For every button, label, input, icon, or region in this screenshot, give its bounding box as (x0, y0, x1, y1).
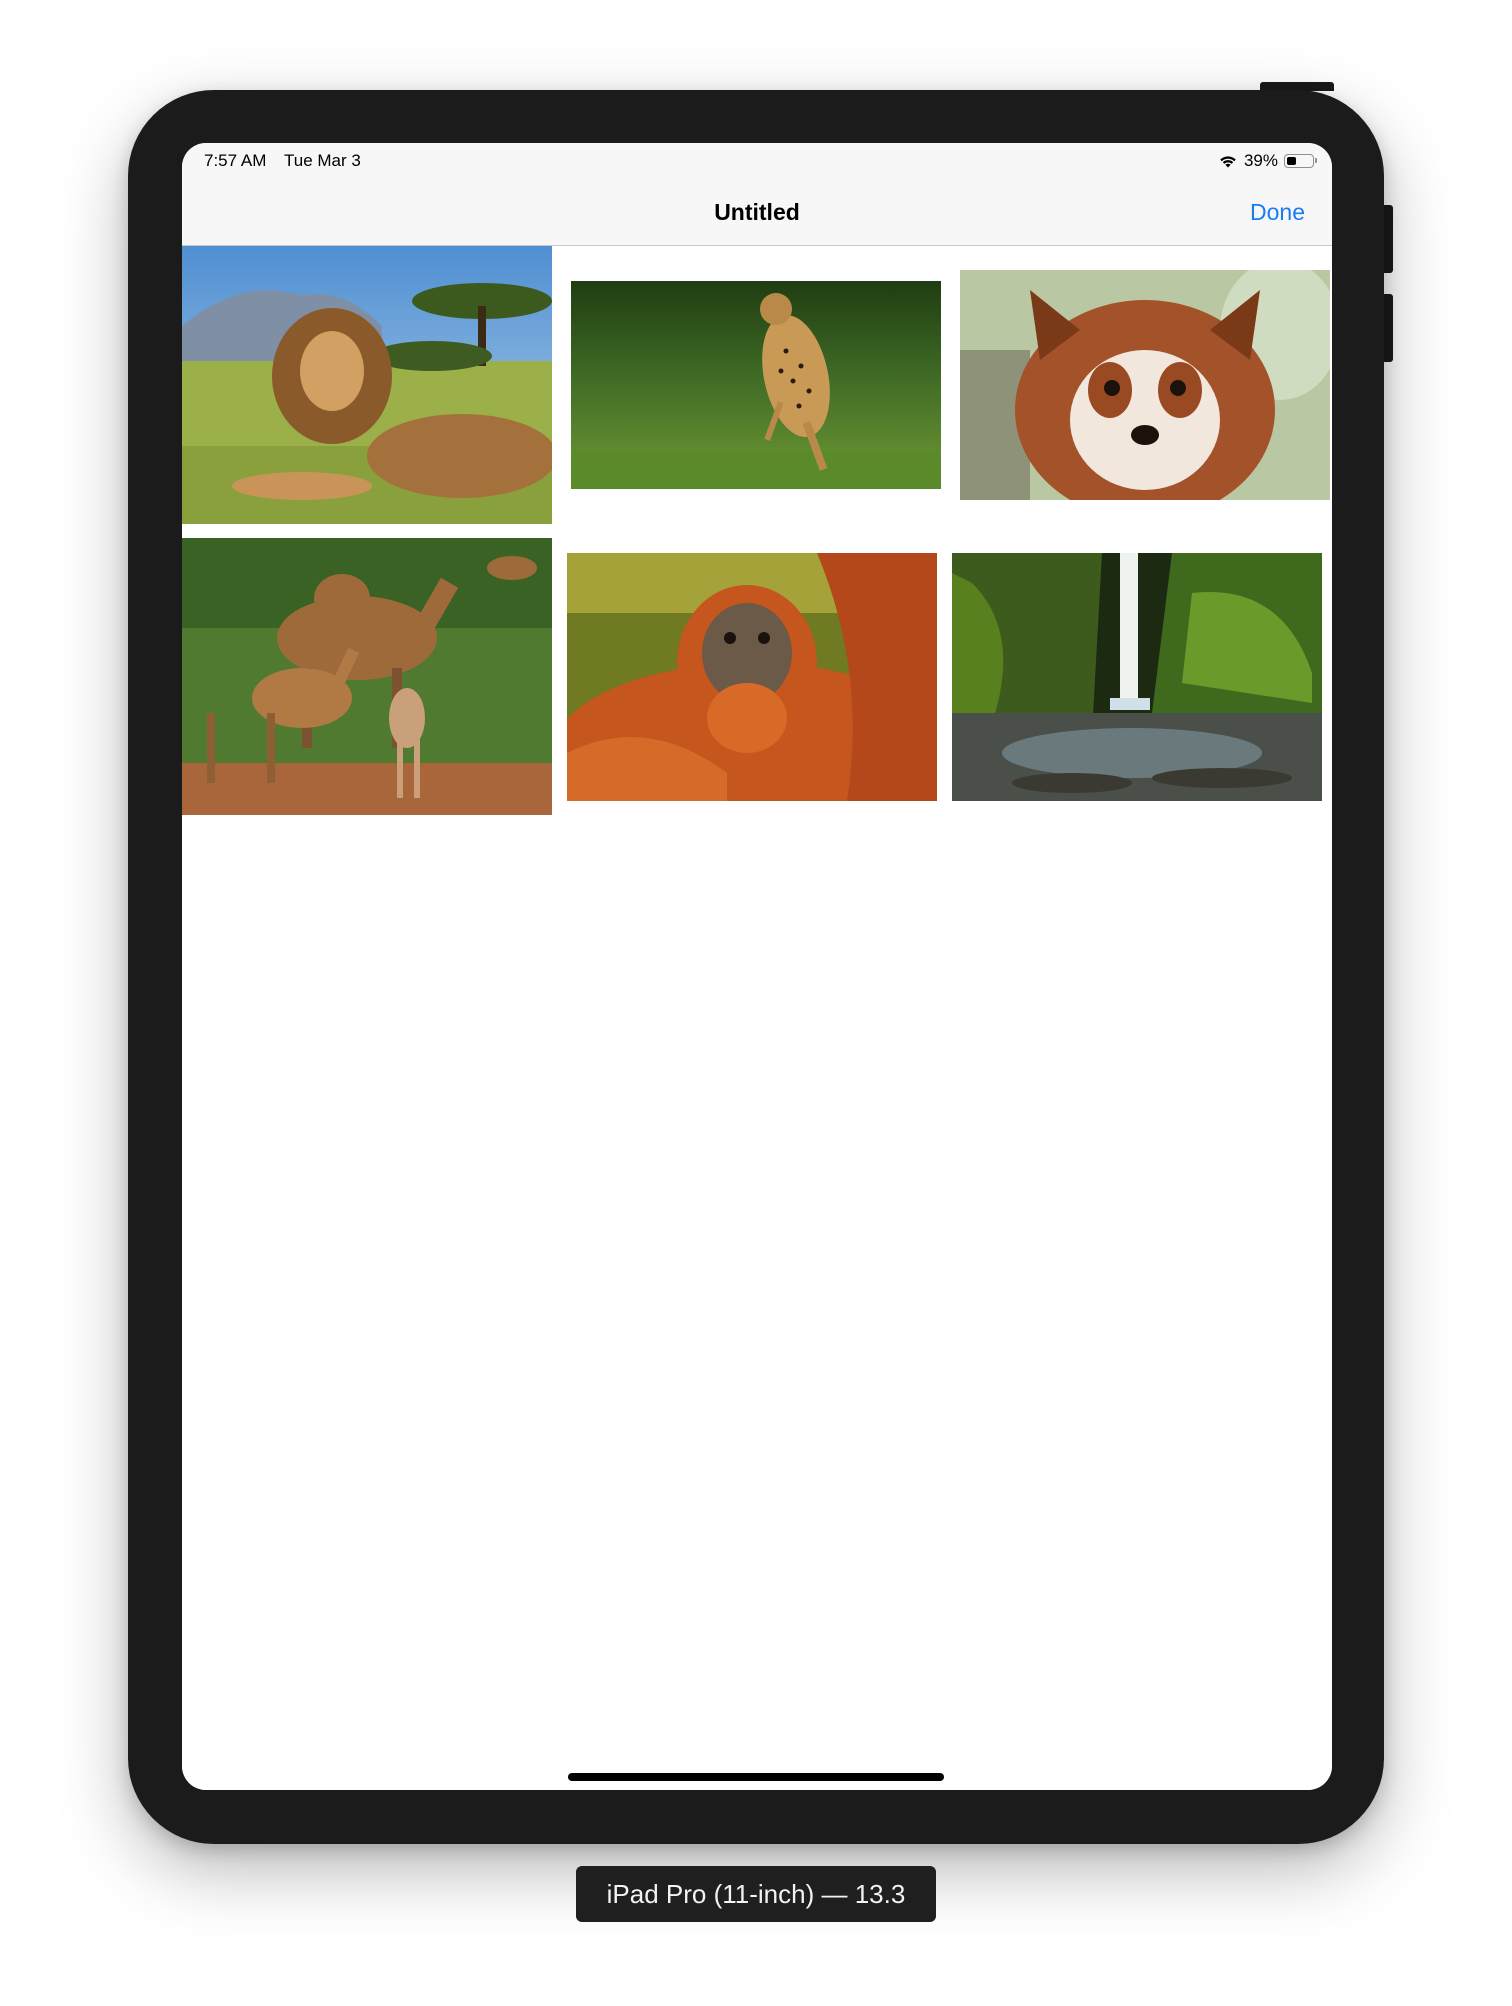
red-panda-image (960, 270, 1330, 500)
orangutan-image (567, 553, 937, 801)
photo-orangutan[interactable] (567, 553, 937, 801)
device-screen: 7:57 AM Tue Mar 3 39% Untitled Done (182, 143, 1332, 1790)
photo-lion[interactable] (182, 246, 552, 524)
volume-down-button[interactable] (1384, 294, 1393, 362)
navigation-bar: Untitled Done (182, 183, 1332, 246)
done-button[interactable]: Done (1250, 199, 1305, 226)
camels-image (182, 538, 552, 815)
photo-waterfall[interactable] (952, 553, 1322, 801)
status-indicators: 39% (1218, 151, 1317, 171)
status-date: Tue Mar 3 (284, 151, 361, 170)
simulator-device-label: iPad Pro (11-inch) — 13.3 (576, 1866, 936, 1922)
simulator-stage: 7:57 AM Tue Mar 3 39% Untitled Done iPad… (0, 0, 1512, 2006)
photo-cheetah[interactable] (571, 281, 941, 489)
status-bar: 7:57 AM Tue Mar 3 39% (182, 143, 1332, 183)
battery-percent: 39% (1243, 151, 1278, 170)
photo-camels[interactable] (182, 538, 552, 815)
cheetah-image (571, 281, 941, 489)
page-title: Untitled (714, 199, 800, 225)
status-time: 7:57 AM (204, 151, 267, 170)
battery-level-fill (1286, 156, 1296, 165)
photo-red-panda[interactable] (960, 270, 1330, 500)
waterfall-image (952, 553, 1322, 801)
battery-icon (1284, 154, 1317, 168)
volume-up-button[interactable] (1384, 205, 1393, 273)
photo-grid (182, 246, 1332, 1790)
lion-image (182, 246, 552, 524)
wifi-icon (1218, 154, 1238, 169)
home-indicator[interactable] (568, 1773, 944, 1781)
